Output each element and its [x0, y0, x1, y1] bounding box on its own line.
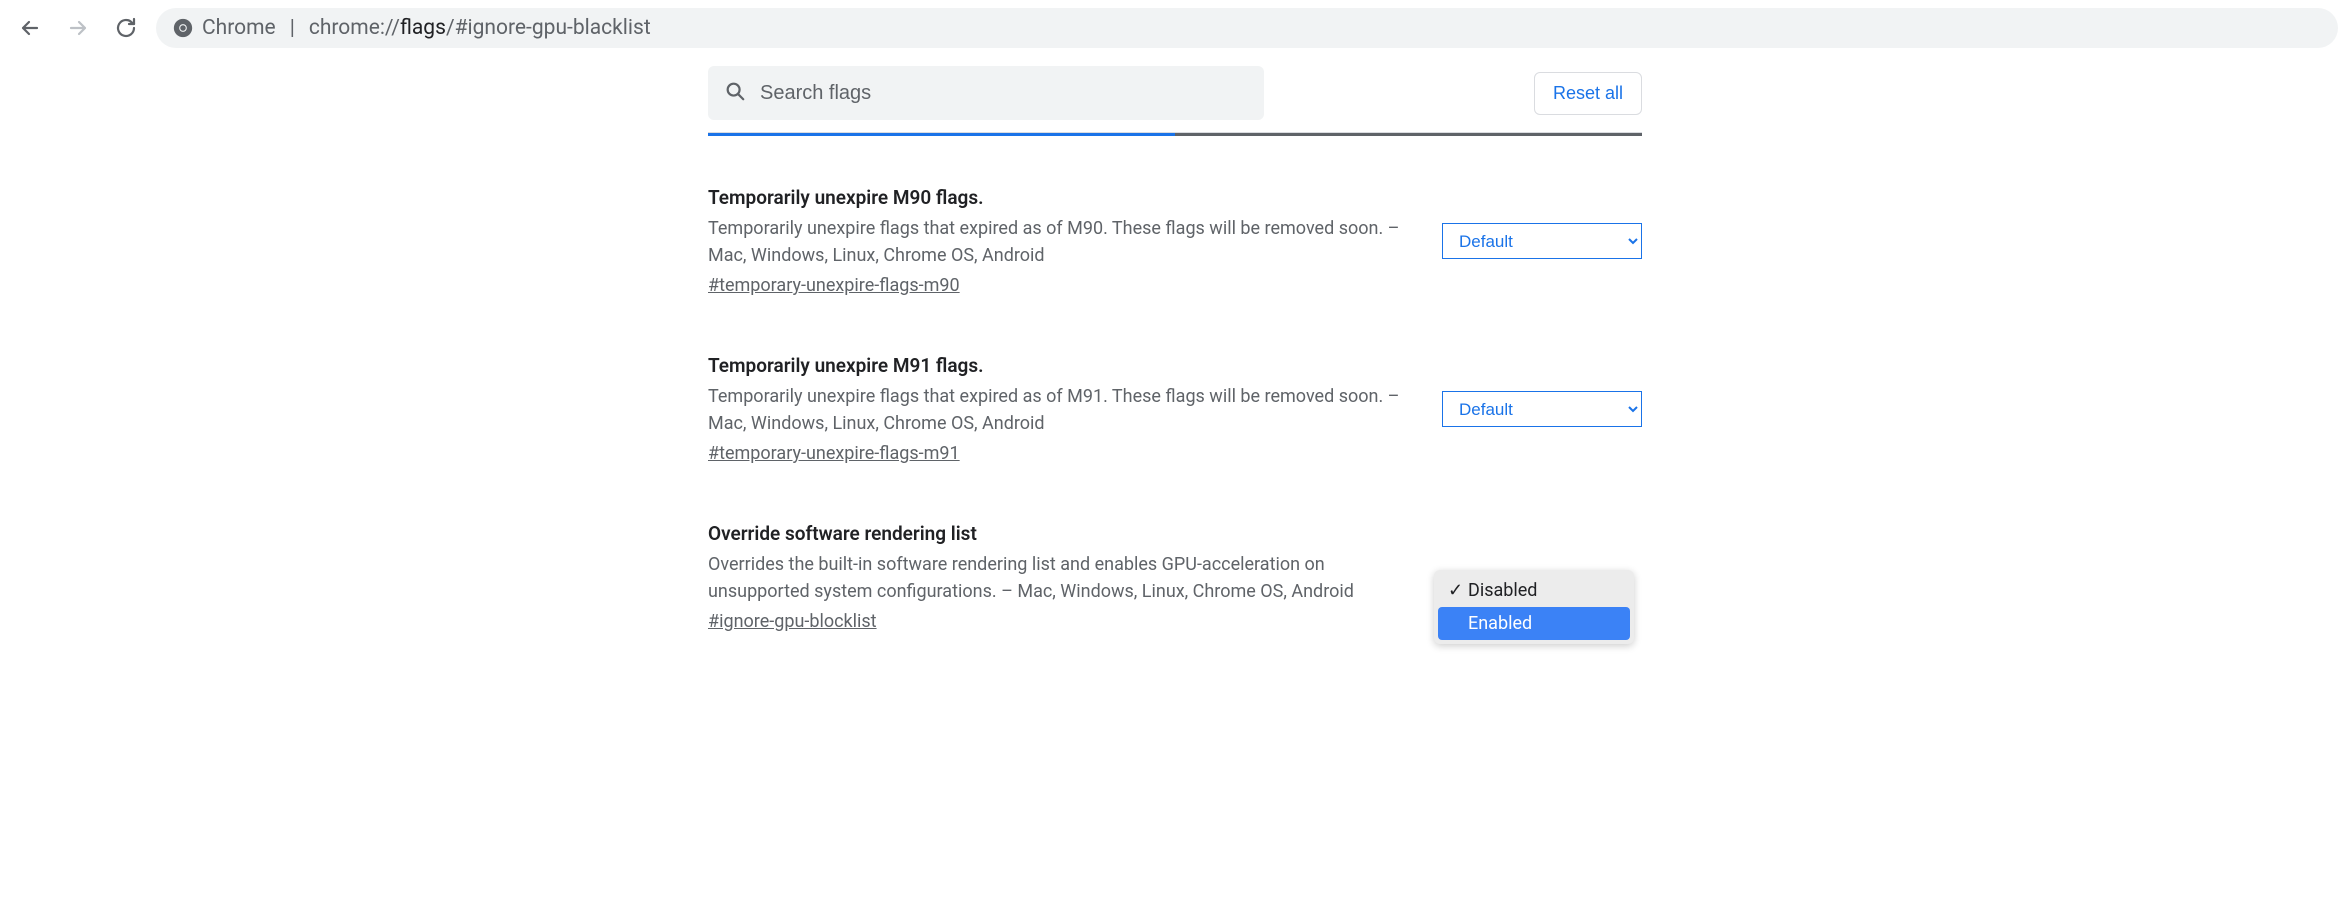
popup-option-disabled[interactable]: ✓ Disabled [1438, 574, 1630, 607]
flag-description: Temporarily unexpire flags that expired … [708, 383, 1422, 437]
omnibox-separator: | [290, 16, 295, 40]
search-icon [724, 80, 746, 107]
omnibox[interactable]: Chrome | chrome://flags/#ignore-gpu-blac… [156, 8, 2338, 48]
flag-description: Overrides the built-in software renderin… [708, 551, 1422, 605]
flag-select[interactable]: Default [1442, 391, 1642, 427]
search-input[interactable] [760, 82, 1248, 105]
back-button[interactable] [12, 10, 48, 46]
omnibox-site-label: Chrome [202, 16, 276, 40]
flag-select-popup: ✓ Disabled ✓ Enabled [1434, 570, 1634, 644]
flag-item: Temporarily unexpire M90 flags. Temporar… [708, 186, 1642, 296]
flag-item: Override software rendering list Overrid… [708, 522, 1642, 632]
flag-description: Temporarily unexpire flags that expired … [708, 215, 1422, 269]
popup-option-label: Enabled [1468, 613, 1532, 634]
forward-button[interactable] [60, 10, 96, 46]
popup-option-enabled[interactable]: ✓ Enabled [1438, 607, 1630, 640]
reset-all-button[interactable]: Reset all [1534, 72, 1642, 115]
chrome-icon [172, 17, 194, 39]
browser-nav-bar: Chrome | chrome://flags/#ignore-gpu-blac… [0, 0, 2350, 56]
flag-anchor-link[interactable]: #temporary-unexpire-flags-m90 [708, 275, 960, 296]
flags-list: Temporarily unexpire M90 flags. Temporar… [708, 136, 1642, 632]
flag-item: Temporarily unexpire M91 flags. Temporar… [708, 354, 1642, 464]
flag-title: Override software rendering list [708, 522, 1422, 545]
flag-title: Temporarily unexpire M91 flags. [708, 354, 1422, 377]
omnibox-url: chrome://flags/#ignore-gpu-blacklist [309, 16, 651, 40]
flag-title: Temporarily unexpire M90 flags. [708, 186, 1422, 209]
search-flags-box[interactable] [708, 66, 1264, 120]
check-icon: ✓ [1448, 580, 1462, 601]
tab-indicator[interactable] [708, 133, 1642, 136]
flag-select[interactable]: Default [1442, 223, 1642, 259]
flag-anchor-link[interactable]: #temporary-unexpire-flags-m91 [708, 443, 960, 464]
flags-topbar: Reset all [708, 56, 1642, 133]
flag-anchor-link[interactable]: #ignore-gpu-blocklist [708, 611, 877, 632]
reload-button[interactable] [108, 10, 144, 46]
popup-option-label: Disabled [1468, 580, 1537, 601]
